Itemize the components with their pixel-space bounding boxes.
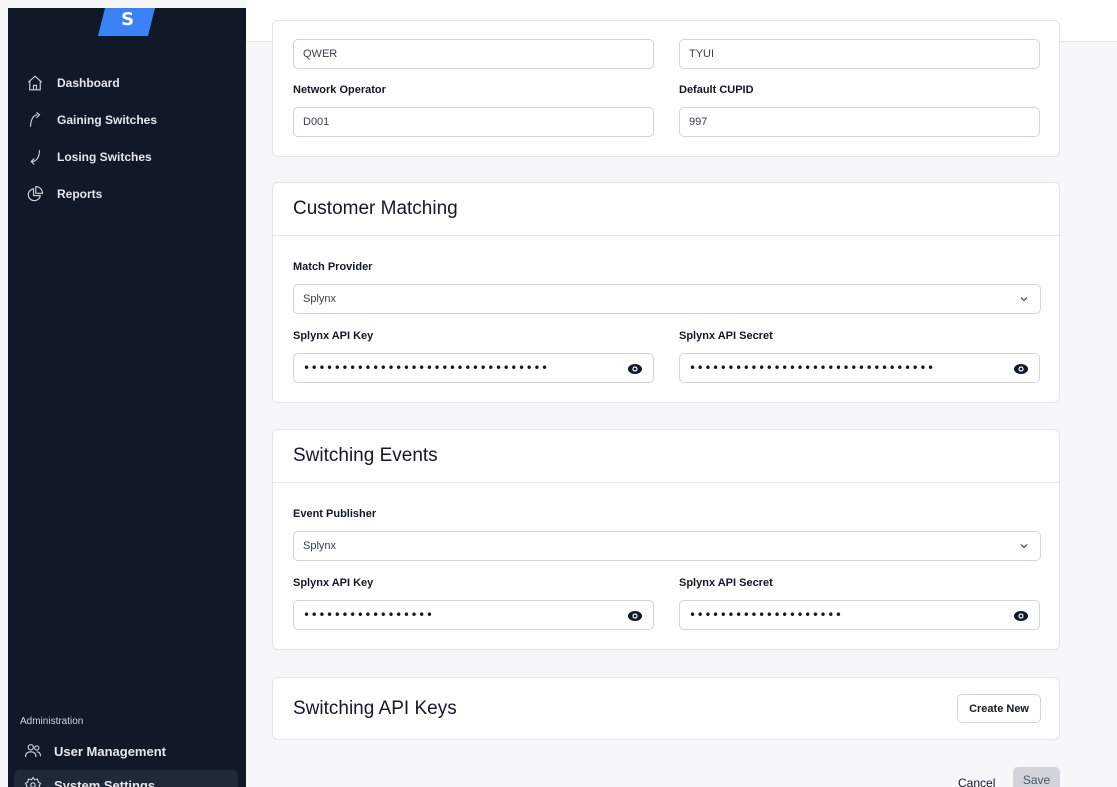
field1-input[interactable]: QWER — [293, 39, 654, 69]
app-logo[interactable]: S — [98, 8, 158, 36]
sidebar-item-label: Reports — [57, 186, 103, 201]
field2-value: TYUI — [689, 48, 715, 60]
splynx-api-key-label: Splynx API Key — [293, 577, 374, 589]
home-icon — [27, 74, 43, 90]
logo-letter: S — [120, 9, 134, 30]
splynx-api-secret-input[interactable]: •••••••••••••••••••••••••••••••• — [679, 353, 1040, 383]
splynx-api-secret-label: Splynx API Secret — [679, 330, 773, 342]
api-secret-masked-value: •••••••••••••••••••• — [689, 608, 843, 622]
sidebar-item-label: Losing Switches — [57, 149, 152, 164]
arrow-up-icon — [29, 111, 41, 127]
event-publisher-select[interactable]: Splynx — [293, 531, 1041, 561]
match-provider-value: Splynx — [303, 293, 337, 305]
match-provider-label: Match Provider — [293, 261, 373, 273]
sidebar-item-label: Gaining Switches — [57, 112, 158, 127]
switching-api-keys-header: Switching API Keys Create New — [273, 678, 1059, 739]
default-cupid-label: Default CUPID — [679, 84, 754, 96]
sidebar-item-reports[interactable]: Reports — [8, 175, 246, 212]
events-api-secret-input[interactable]: •••••••••••••••••••• — [679, 600, 1040, 630]
default-cupid-value: 997 — [689, 116, 708, 128]
general-settings-card: QWER TYUI Network Operator Default CUPID… — [272, 20, 1060, 157]
match-provider-select[interactable]: Splynx — [293, 284, 1041, 314]
switching-api-keys-card: Switching API Keys Create New — [272, 677, 1060, 740]
default-cupid-input[interactable]: 997 — [679, 107, 1040, 137]
sidebar-item-gaining-switches[interactable]: Gaining Switches — [8, 101, 246, 138]
splynx-api-key-label: Splynx API Key — [293, 330, 374, 342]
network-operator-value: D001 — [303, 116, 330, 128]
network-operator-input[interactable]: D001 — [293, 107, 654, 137]
switching-events-title: Switching Events — [293, 445, 438, 466]
splynx-api-key-input[interactable]: •••••••••••••••••••••••••••••••• — [293, 353, 654, 383]
sidebar-item-user-management[interactable]: User Management — [14, 736, 238, 766]
splynx-api-secret-label: Splynx API Secret — [679, 577, 773, 589]
sidebar-item-dashboard[interactable]: Dashboard — [8, 64, 246, 101]
chevron-down-icon — [1020, 544, 1028, 549]
network-operator-label: Network Operator — [293, 84, 386, 96]
create-new-button[interactable]: Create New — [957, 694, 1041, 723]
event-publisher-label: Event Publisher — [293, 508, 377, 520]
cancel-button[interactable]: Cancel — [958, 776, 995, 787]
event-publisher-value: Splynx — [303, 540, 337, 552]
save-button[interactable]: Save — [1013, 767, 1060, 787]
eye-icon[interactable] — [627, 361, 643, 377]
switching-events-header: Switching Events — [273, 430, 1059, 483]
eye-icon[interactable] — [627, 608, 643, 624]
sidebar-item-label: Dashboard — [57, 75, 120, 90]
api-key-masked-value: •••••••••••••••••••••••••••••••• — [303, 361, 549, 375]
field1-value: QWER — [303, 48, 338, 60]
eye-icon[interactable] — [1013, 361, 1029, 377]
customer-matching-header: Customer Matching — [273, 183, 1059, 236]
customer-matching-card: Customer Matching Match Provider Splynx … — [272, 182, 1060, 403]
sidebar-nav: Dashboard Gaining Switches Losing Switch… — [8, 64, 246, 212]
eye-icon[interactable] — [1013, 608, 1029, 624]
api-secret-masked-value: •••••••••••••••••••••••••••••••• — [689, 361, 935, 375]
administration-label: Administration — [20, 716, 84, 727]
chevron-down-icon — [1020, 297, 1028, 302]
sidebar: S Dashboard Gaining Switches Losing Swit… — [8, 8, 246, 787]
sidebar-item-system-settings[interactable]: System Settings — [14, 770, 238, 787]
sidebar-item-losing-switches[interactable]: Losing Switches — [8, 138, 246, 175]
switching-api-keys-title: Switching API Keys — [293, 697, 457, 719]
users-icon — [24, 744, 42, 758]
field2-input[interactable]: TYUI — [679, 39, 1040, 69]
gear-icon — [24, 776, 42, 787]
switching-events-card: Switching Events Event Publisher Splynx … — [272, 429, 1060, 650]
customer-matching-title: Customer Matching — [293, 198, 458, 219]
pie-chart-icon — [27, 185, 44, 201]
arrow-down-icon — [30, 149, 41, 165]
sidebar-item-label: User Management — [54, 743, 166, 759]
events-api-key-input[interactable]: ••••••••••••••••• — [293, 600, 654, 630]
api-key-masked-value: ••••••••••••••••• — [303, 608, 434, 622]
sidebar-item-label: System Settings — [54, 777, 156, 787]
